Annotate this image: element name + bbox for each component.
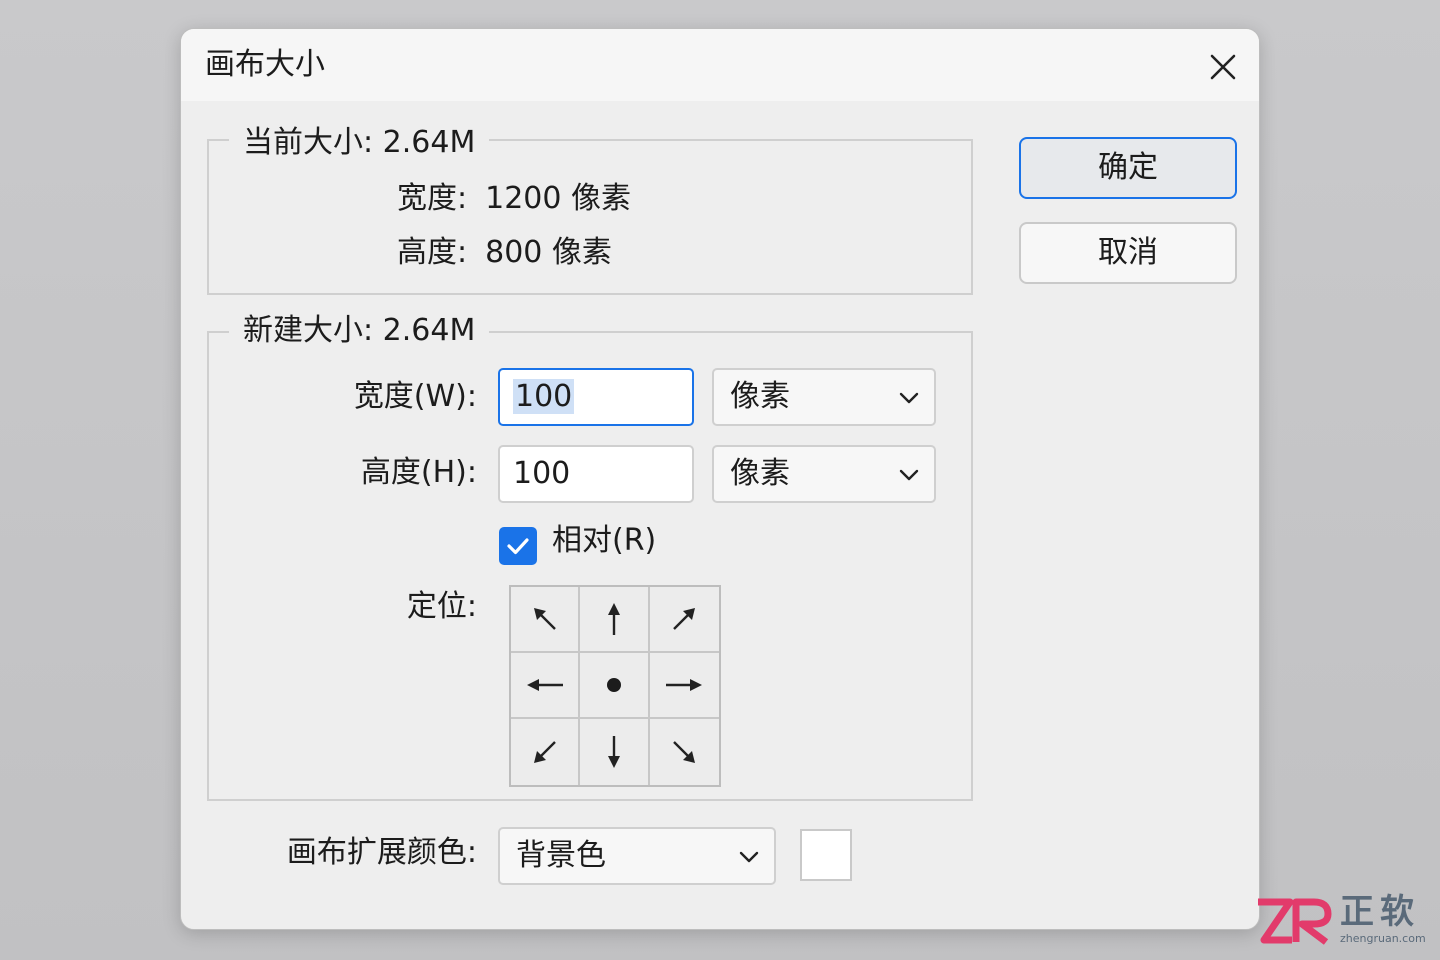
anchor-top[interactable] [580,587,650,653]
width-unit-select[interactable]: 像素 [712,368,936,426]
new-height-label: 高度(H): [360,455,477,490]
watermark-en: zhengruan.com [1340,932,1426,945]
anchor-label: 定位: [406,589,477,624]
chevron-down-icon [899,469,919,481]
anchor-grid [509,585,721,787]
arrow-up-icon [607,603,620,635]
arrow-left-icon [526,679,563,691]
new-width-label: 宽度(W): [353,379,477,414]
width-input-value: 100 [513,379,575,414]
height-input-value: 100 [513,456,571,491]
arrow-down-right-icon [673,741,696,763]
anchor-center[interactable] [580,653,650,719]
current-width-label: 宽度: [397,181,468,216]
title-bar: 画布大小 [181,29,1259,101]
extension-color-select[interactable]: 背景色 [498,827,776,885]
width-unit-value: 像素 [730,379,790,414]
anchor-left[interactable] [511,653,581,719]
current-size-legend: 当前大小: 2.64M [229,123,490,163]
arrow-up-left-icon [533,608,556,630]
current-height-label: 高度: [397,235,468,270]
current-height-row: 高度: 800 像素 [397,233,612,273]
close-button[interactable] [1201,47,1245,87]
chevron-down-icon [739,851,759,863]
height-input[interactable]: 100 [498,445,694,503]
anchor-center-dot-icon [606,678,621,692]
dialog-title: 画布大小 [205,47,325,82]
anchor-bottom[interactable] [580,719,650,785]
extension-color-swatch[interactable] [800,829,852,881]
chevron-down-icon [899,392,919,404]
arrow-down-left-icon [533,741,556,763]
extension-color-value: 背景色 [516,838,606,873]
current-width-value: 1200 像素 [485,181,631,216]
height-unit-value: 像素 [730,456,790,491]
new-size-legend: 新建大小: 2.64M [229,311,490,351]
zr-logo-icon [1258,898,1332,945]
relative-label: 相对(R) [552,523,657,558]
arrow-up-right-icon [673,608,696,630]
canvas-size-dialog: 画布大小 当前大小: 2.64M 宽度: 1200 像素 高度: 800 像素 新建… [180,28,1260,930]
anchor-bottom-right[interactable] [650,719,719,785]
ok-button[interactable]: 确定 [1019,137,1237,199]
relative-checkbox[interactable] [499,527,537,565]
arrow-right-icon [666,679,703,691]
width-input[interactable]: 100 [498,368,694,426]
watermark-cn: 正软 [1340,892,1420,932]
watermark: 正软 zhengruan.com [1250,888,1440,960]
current-width-row: 宽度: 1200 像素 [397,179,631,219]
anchor-right[interactable] [649,653,719,719]
anchor-top-right[interactable] [649,587,719,653]
extension-color-label: 画布扩展颜色: [286,835,477,870]
checkmark-icon [507,538,529,555]
height-unit-select[interactable]: 像素 [712,445,936,503]
close-icon [1210,54,1236,80]
current-height-value: 800 像素 [485,235,612,270]
arrow-down-icon [607,736,620,768]
anchor-top-left[interactable] [511,587,581,653]
cancel-button[interactable]: 取消 [1019,222,1237,284]
anchor-bottom-left[interactable] [511,719,581,785]
